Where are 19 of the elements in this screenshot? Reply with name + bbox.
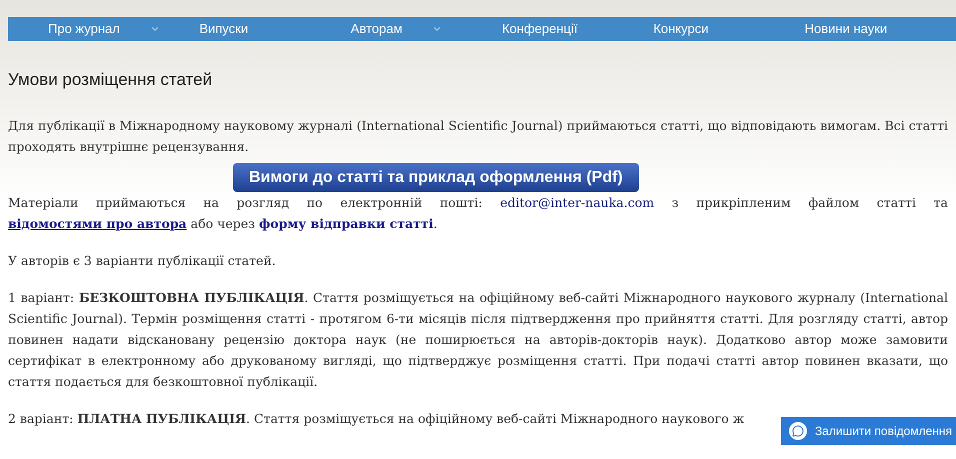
chat-icon <box>788 422 807 440</box>
author-info-link[interactable]: відомостями про автора <box>8 216 187 230</box>
submission-form-link[interactable]: форму відправки статті <box>258 216 434 230</box>
page-title: Умови розміщення статей <box>8 69 214 91</box>
pdf-button[interactable]: Вимоги до статті та приклад оформлення (Pdf) <box>233 162 639 192</box>
nav-link[interactable]: Про журнал <box>48 19 120 39</box>
email-link[interactable]: editor@inter-nauka.com <box>500 194 654 210</box>
paragraph: 1 варіант: БЕЗКОШТОВНА ПУБЛІКАЦІЯ. Стаття розміщується на офіційному веб-сайті Міжнародного наукового журналу (International Scientific Journal). Термін розміщення статті - протягом 6-ти місяців після підтвердження про прийняття статті. Для розгляду статті, автор повинен надати відскановану рецензію доктора наук (не поширюється на авторів-докторів наук). Додатково автор може замовити сертифікат в електронному або друкованому вигляді, що підтверджує розміщення статті. При подачі статті автор повинен вказати, що стаття подається для безкоштовної публікації. <box>8 288 948 391</box>
nav-link[interactable]: Новини науки <box>804 19 888 39</box>
chat-widget[interactable]: Залишити повідомлення <box>780 417 956 445</box>
paragraph: Матеріали приймаються на розгляд по електронній пошті: editor@inter-nauka.com з прикріпленим файлом статті та відомостями про автора або через форму відправки статті. <box>8 194 948 233</box>
paragraph: У авторів є 3 варіанти публікації статей. <box>8 252 277 270</box>
nav-link[interactable]: Авторам <box>350 19 402 39</box>
nav-link[interactable]: Випуски <box>199 19 248 39</box>
nav-link[interactable]: Конкурси <box>653 19 708 39</box>
nav-link[interactable]: Конференції <box>502 19 578 39</box>
paragraph: 2 варіант: ПЛАТНА ПУБЛІКАЦІЯ. Стаття розміщується на офіційному веб-сайті Міжнародного наукового ж <box>8 410 746 428</box>
paragraph: Для публікації в Міжнародному науковому журналі (International Scientific Journal) приймаються статті, що відповідають вимогам. Всі статті проходять внутрішнє рецензування. <box>8 116 948 156</box>
chat-label: Залишити повідомлення <box>814 423 952 440</box>
